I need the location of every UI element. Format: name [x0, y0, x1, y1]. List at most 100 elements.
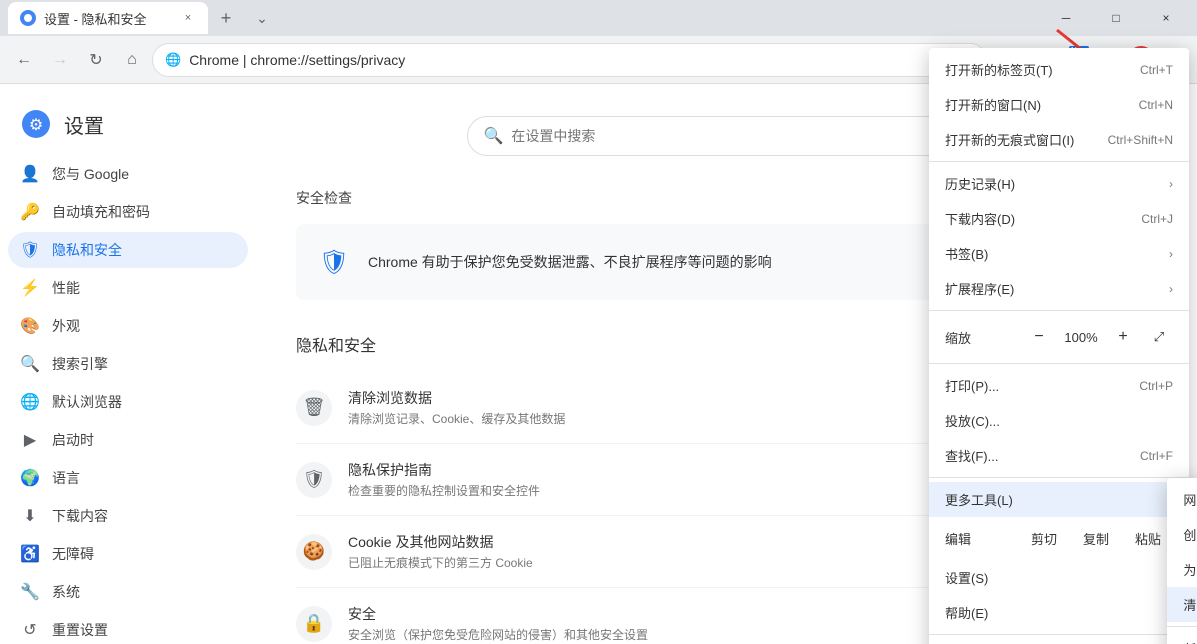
menu-exit[interactable]: 退出(X) [929, 639, 1189, 644]
security-check-icon: 🛡 [316, 244, 352, 280]
startup-icon: ▶ [20, 430, 40, 450]
menu-more-tools[interactable]: 更多工具(L) › 网页另存为(A)... Ctrl+S 创建快捷方式... 为… [929, 482, 1189, 517]
menu-incognito[interactable]: 打开新的无痕式窗口(I) Ctrl+Shift+N [929, 122, 1189, 157]
menu-help[interactable]: 帮助(E) › [929, 595, 1189, 630]
menu-print[interactable]: 打印(P)... Ctrl+P [929, 368, 1189, 403]
menu-downloads-label: 下载内容(D) [945, 209, 1133, 228]
sidebar-item-autofill[interactable]: 🔑 自动填充和密码 [8, 194, 248, 230]
submenu-clear-data[interactable]: 清除浏览数据(C)... Ctrl+Shift+Del [1167, 587, 1197, 622]
sidebar-label-accessibility: 无障碍 [52, 544, 94, 564]
sidebar-label-language: 语言 [52, 468, 80, 488]
menu-cast-label: 投放(C)... [945, 411, 1173, 430]
forward-button[interactable]: → [44, 44, 76, 76]
menu-downloads-shortcut: Ctrl+J [1141, 212, 1173, 226]
sidebar-item-system[interactable]: 🔧 系统 [8, 574, 248, 610]
menu-sep-4 [929, 477, 1189, 478]
default-browser-icon: 🌐 [20, 392, 40, 412]
menu-find-label: 查找(F)... [945, 446, 1132, 465]
menu-sep-5 [929, 634, 1189, 635]
menu-bookmarks-label: 书签(B) [945, 244, 1161, 263]
menu-cast[interactable]: 投放(C)... [929, 403, 1189, 438]
submenu-create-shortcut[interactable]: 创建快捷方式... [1167, 517, 1197, 552]
sidebar-item-browser[interactable]: 🌐 默认浏览器 [8, 384, 248, 420]
address-favicon: 🌐 [165, 52, 181, 68]
search-engine-icon: 🔍 [20, 354, 40, 374]
more-tools-submenu: 网页另存为(A)... Ctrl+S 创建快捷方式... 为窗口命名(W)...… [1167, 478, 1197, 644]
sidebar-label-performance: 性能 [52, 278, 80, 298]
title-bar: 设置 - 隐私和安全 × + ⌄ ─ □ × [0, 0, 1197, 36]
settings-search-bar[interactable]: 🔍 [467, 116, 987, 156]
tab-close-button[interactable]: × [180, 10, 196, 26]
menu-new-window-label: 打开新的窗口(N) [945, 95, 1131, 114]
sidebar-item-downloads[interactable]: ⬇ 下载内容 [8, 498, 248, 534]
search-icon: 🔍 [484, 126, 504, 146]
settings-search-input[interactable] [511, 128, 969, 144]
svg-text:⚙: ⚙ [29, 117, 43, 134]
home-button[interactable]: ⌂ [116, 44, 148, 76]
submenu-name-window[interactable]: 为窗口命名(W)... [1167, 552, 1197, 587]
menu-settings-label: 设置(S) [945, 568, 1173, 587]
menu-new-window[interactable]: 打开新的窗口(N) Ctrl+N [929, 87, 1189, 122]
submenu-clear-data-label: 清除浏览数据(C)... [1183, 595, 1197, 614]
menu-new-tab[interactable]: 打开新的标签页(T) Ctrl+T [929, 52, 1189, 87]
back-button[interactable]: ← [8, 44, 40, 76]
submenu-task-manager-label: 任务管理器(T) [1183, 639, 1197, 644]
sidebar-item-google[interactable]: 👤 您与 Google [8, 156, 248, 192]
menu-extensions-arrow: › [1169, 282, 1173, 296]
settings-logo: ⚙ [20, 108, 52, 140]
new-tab-button[interactable]: + [212, 4, 240, 32]
sidebar-label-privacy: 隐私和安全 [52, 240, 122, 260]
privacy-guide-icon: 🛡 [296, 462, 332, 498]
clear-browsing-icon: 🗑 [296, 390, 332, 426]
menu-more-tools-label: 更多工具(L) [945, 490, 1161, 509]
zoom-plus-button[interactable]: + [1109, 323, 1137, 351]
menu-find[interactable]: 查找(F)... Ctrl+F [929, 438, 1189, 473]
zoom-control: − 100% + ⤢ [1025, 323, 1173, 351]
sidebar: ⚙ 设置 👤 您与 Google 🔑 自动填充和密码 🛡 隐私和安全 ⚡ 性能 [0, 84, 256, 644]
close-button[interactable]: × [1143, 2, 1189, 34]
address-text: Chrome | chrome://settings/privacy [189, 52, 942, 68]
sidebar-item-performance[interactable]: ⚡ 性能 [8, 270, 248, 306]
zoom-expand-button[interactable]: ⤢ [1145, 323, 1173, 351]
sidebar-item-language[interactable]: 🌍 语言 [8, 460, 248, 496]
browser-tab[interactable]: 设置 - 隐私和安全 × [8, 2, 208, 34]
reload-button[interactable]: ↻ [80, 44, 112, 76]
paste-button[interactable]: 粘贴 [1123, 525, 1173, 552]
sidebar-item-privacy[interactable]: 🛡 隐私和安全 [8, 232, 248, 268]
submenu-save-as[interactable]: 网页另存为(A)... Ctrl+S [1167, 482, 1197, 517]
menu-settings[interactable]: 设置(S) [929, 560, 1189, 595]
title-bar-extra-controls: ⌄ [248, 4, 276, 32]
submenu-task-manager[interactable]: 任务管理器(T) Shift+Esc [1167, 631, 1197, 644]
system-icon: 🔧 [20, 582, 40, 602]
google-icon: 👤 [20, 164, 40, 184]
minimize-button[interactable]: ─ [1043, 2, 1089, 34]
sidebar-item-reset[interactable]: ↺ 重置设置 [8, 612, 248, 644]
menu-sep-1 [929, 161, 1189, 162]
autofill-icon: 🔑 [20, 202, 40, 222]
sidebar-label-system: 系统 [52, 582, 80, 602]
submenu-sep-1 [1167, 626, 1197, 627]
edit-section: 剪切 复制 粘贴 [1019, 525, 1173, 552]
menu-sep-2 [929, 310, 1189, 311]
copy-button[interactable]: 复制 [1071, 525, 1121, 552]
menu-sep-3 [929, 363, 1189, 364]
menu-bookmarks[interactable]: 书签(B) › [929, 236, 1189, 271]
sidebar-label-appearance: 外观 [52, 316, 80, 336]
menu-downloads[interactable]: 下载内容(D) Ctrl+J [929, 201, 1189, 236]
maximize-button[interactable]: □ [1093, 2, 1139, 34]
sidebar-label-browser: 默认浏览器 [52, 392, 122, 412]
menu-edit-label: 编辑 [945, 529, 1011, 548]
sidebar-item-search[interactable]: 🔍 搜索引擎 [8, 346, 248, 382]
cookies-icon: 🍪 [296, 534, 332, 570]
address-bar[interactable]: 🌐 Chrome | chrome://settings/privacy ☆ [152, 43, 987, 77]
cut-button[interactable]: 剪切 [1019, 525, 1069, 552]
zoom-minus-button[interactable]: − [1025, 323, 1053, 351]
menu-history[interactable]: 历史记录(H) › [929, 166, 1189, 201]
sidebar-item-startup[interactable]: ▶ 启动时 [8, 422, 248, 458]
tab-search-button[interactable]: ⌄ [248, 4, 276, 32]
accessibility-icon: ♿ [20, 544, 40, 564]
sidebar-item-accessibility[interactable]: ♿ 无障碍 [8, 536, 248, 572]
menu-extensions[interactable]: 扩展程序(E) › [929, 271, 1189, 306]
sidebar-item-appearance[interactable]: 🎨 外观 [8, 308, 248, 344]
submenu-create-shortcut-label: 创建快捷方式... [1183, 525, 1197, 544]
